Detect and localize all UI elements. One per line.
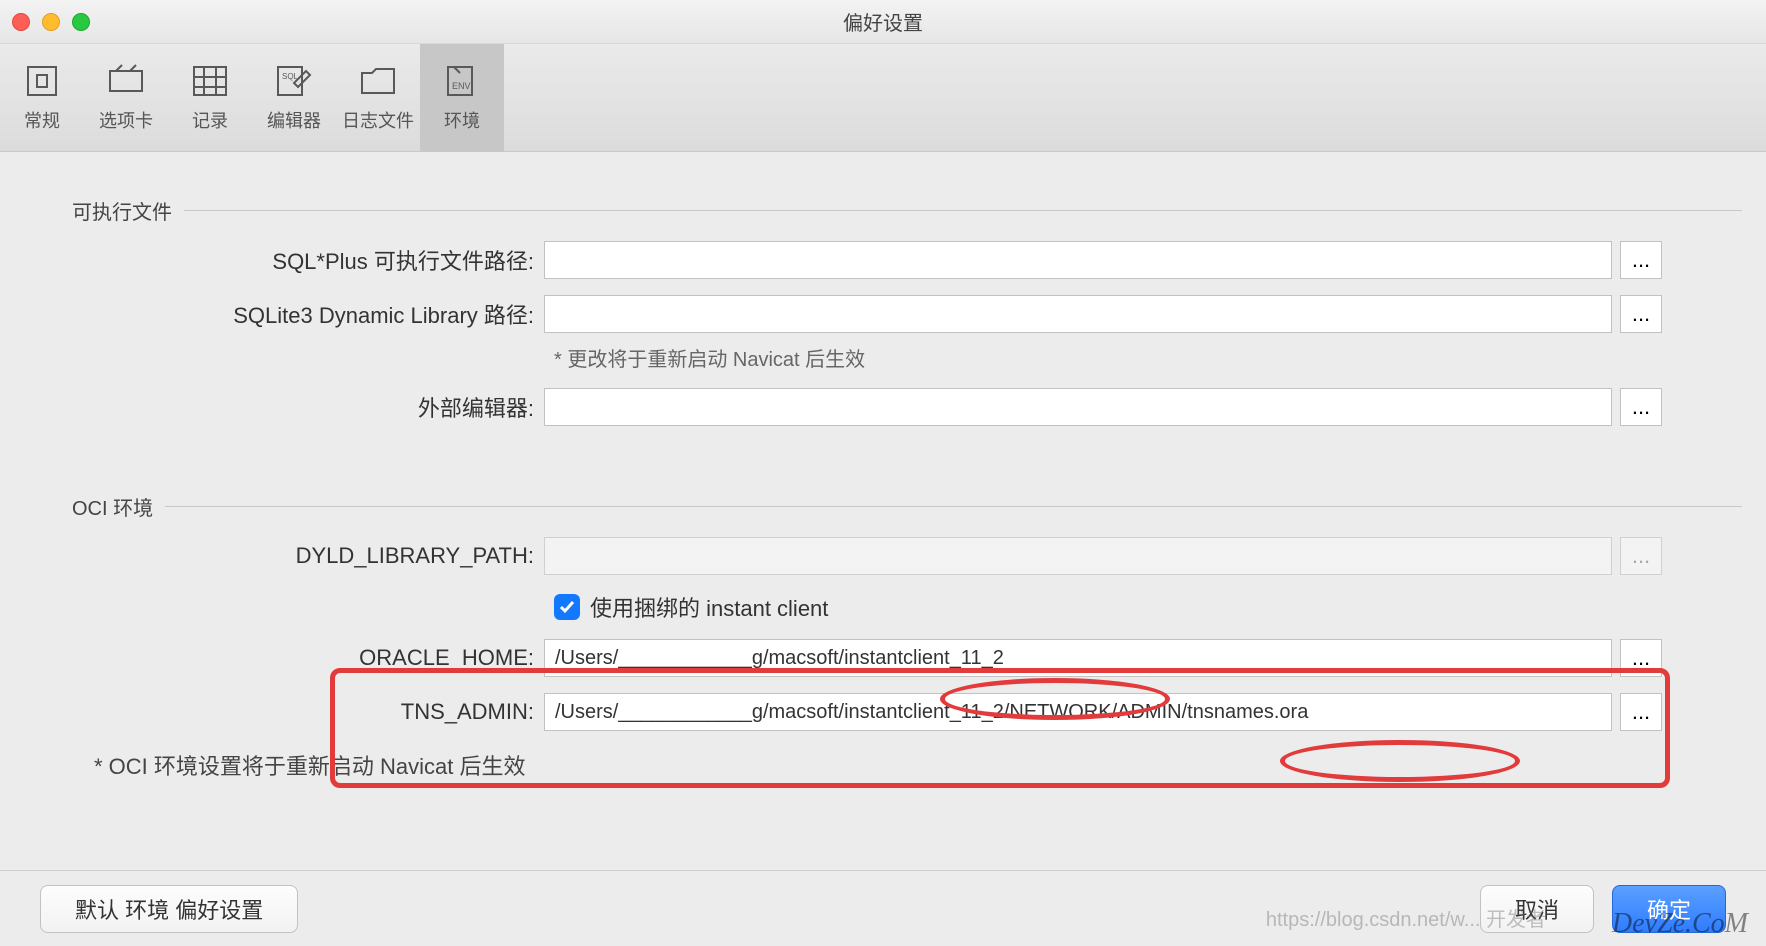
ok-button[interactable]: 确定: [1612, 885, 1726, 933]
general-icon: [21, 63, 63, 99]
bottom-bar: 默认 环境 偏好设置 取消 确定: [0, 870, 1766, 946]
sql-edit-icon: SQL: [273, 63, 315, 99]
row-use-bundled: 使用捆绑的 instant client: [554, 591, 1742, 623]
sqlite-path-input[interactable]: [544, 295, 1612, 333]
log-folder-icon: [357, 63, 399, 99]
cancel-button[interactable]: 取消: [1480, 885, 1594, 933]
tab-environment[interactable]: ENV 环境: [420, 44, 504, 151]
tab-general[interactable]: 常规: [0, 44, 84, 151]
grid-icon: [189, 63, 231, 99]
sqlplus-path-input[interactable]: [544, 241, 1612, 279]
section-label: OCI 环境: [72, 492, 153, 521]
preferences-toolbar: 常规 选项卡 记录 SQL 编辑器 日志文件 ENV 环境: [0, 44, 1766, 152]
sqlplus-label: SQL*Plus 可执行文件路径:: [24, 244, 544, 276]
titlebar: 偏好设置: [0, 0, 1766, 44]
sqlite-hint: * 更改将于重新启动 Navicat 后生效: [554, 343, 1742, 372]
section-executables-title: 可执行文件: [72, 196, 1742, 225]
use-bundled-checkbox[interactable]: [554, 594, 580, 620]
row-oracle-home: ORACLE_HOME: ...: [24, 639, 1742, 677]
row-external-editor: 外部编辑器: ...: [24, 388, 1742, 426]
tab-tabs[interactable]: 选项卡: [84, 44, 168, 151]
oracle-home-input[interactable]: [544, 639, 1612, 677]
tab-logfile[interactable]: 日志文件: [336, 44, 420, 151]
window-title: 偏好设置: [0, 7, 1766, 36]
external-editor-label: 外部编辑器:: [24, 391, 544, 423]
dyld-browse-button: ...: [1620, 537, 1662, 575]
dyld-path-input: [544, 537, 1612, 575]
dyld-label: DYLD_LIBRARY_PATH:: [24, 543, 544, 569]
tab-label: 编辑器: [267, 107, 321, 133]
section-oci-title: OCI 环境: [72, 492, 1742, 521]
external-editor-browse-button[interactable]: ...: [1620, 388, 1662, 426]
row-tns-admin: TNS_ADMIN: ...: [24, 693, 1742, 731]
tab-label: 常规: [24, 107, 60, 133]
sqlite-browse-button[interactable]: ...: [1620, 295, 1662, 333]
oracle-home-browse-button[interactable]: ...: [1620, 639, 1662, 677]
svg-text:ENV: ENV: [452, 81, 471, 91]
section-label: 可执行文件: [72, 196, 172, 225]
env-icon: ENV: [441, 63, 483, 99]
use-bundled-label: 使用捆绑的 instant client: [590, 591, 828, 623]
tab-record[interactable]: 记录: [168, 44, 252, 151]
row-dyld: DYLD_LIBRARY_PATH: ...: [24, 537, 1742, 575]
tabs-icon: [105, 63, 147, 99]
external-editor-input[interactable]: [544, 388, 1612, 426]
row-sqlite: SQLite3 Dynamic Library 路径: ...: [24, 295, 1742, 333]
tab-editor[interactable]: SQL 编辑器: [252, 44, 336, 151]
restore-default-button[interactable]: 默认 环境 偏好设置: [40, 885, 298, 933]
tab-label: 记录: [192, 107, 228, 133]
tns-admin-label: TNS_ADMIN:: [24, 699, 544, 725]
tab-label: 选项卡: [99, 107, 153, 133]
oracle-home-label: ORACLE_HOME:: [24, 645, 544, 671]
row-sqlplus: SQL*Plus 可执行文件路径: ...: [24, 241, 1742, 279]
content-area: 可执行文件 SQL*Plus 可执行文件路径: ... SQLite3 Dyna…: [0, 152, 1766, 781]
oci-note: * OCI 环境设置将于重新启动 Navicat 后生效: [94, 749, 1742, 781]
tns-admin-browse-button[interactable]: ...: [1620, 693, 1662, 731]
tns-admin-input[interactable]: [544, 693, 1612, 731]
tab-label: 日志文件: [342, 107, 414, 133]
tab-label: 环境: [444, 107, 480, 133]
sqlite-label: SQLite3 Dynamic Library 路径:: [24, 298, 544, 330]
sqlplus-browse-button[interactable]: ...: [1620, 241, 1662, 279]
